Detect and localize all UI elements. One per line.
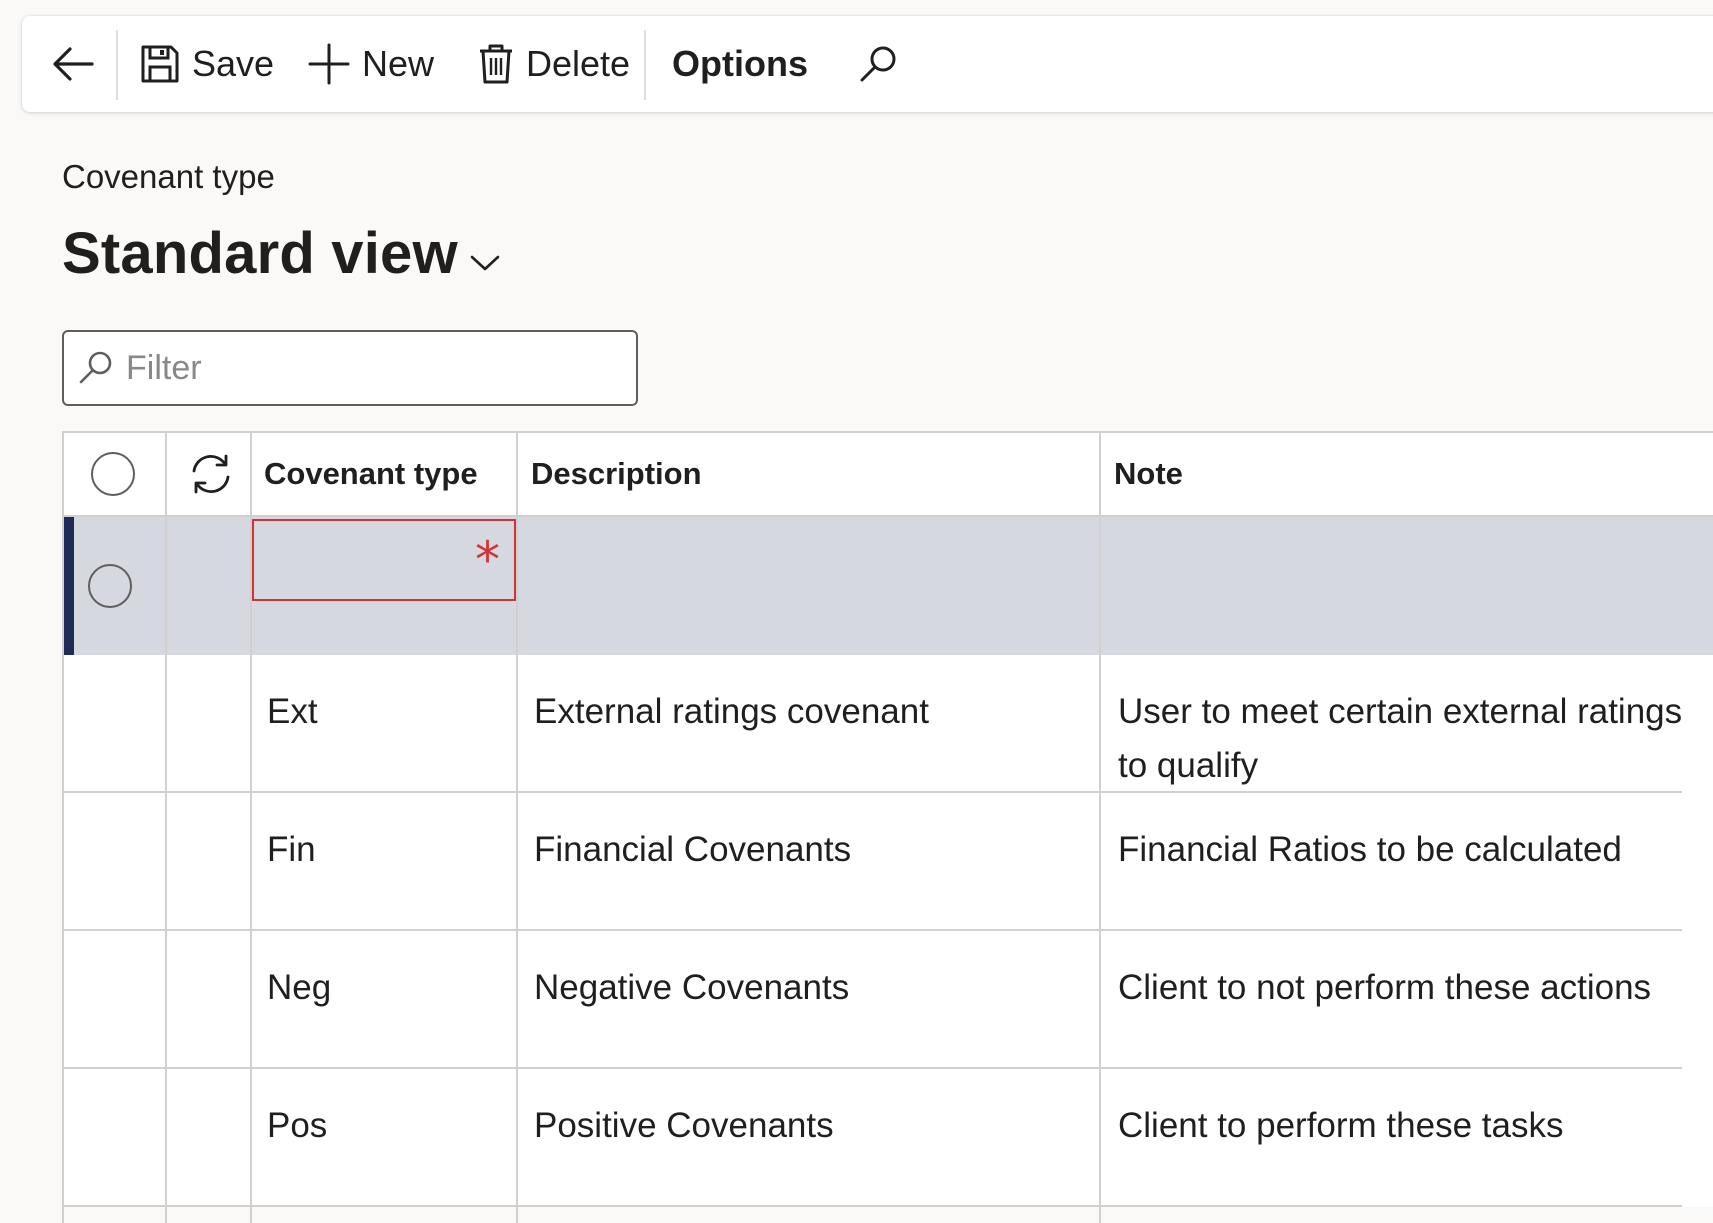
select-all-checkbox[interactable] xyxy=(91,433,135,515)
save-label: Save xyxy=(192,43,275,84)
refresh-button[interactable] xyxy=(188,433,234,515)
filter-search-icon xyxy=(78,350,114,386)
row-select-radio[interactable] xyxy=(88,564,132,608)
search-icon xyxy=(860,46,896,82)
options-tab[interactable]: Options xyxy=(672,16,808,112)
cell-note[interactable]: Client to not perform these actions xyxy=(1118,961,1688,1015)
cell-note[interactable]: Financial Ratios to be calculated xyxy=(1118,823,1688,877)
cell-note[interactable]: User to meet certain external ratings to… xyxy=(1118,685,1688,793)
back-arrow-icon xyxy=(53,47,94,81)
toolbar-divider xyxy=(644,30,646,100)
new-button[interactable]: New xyxy=(308,16,434,112)
refresh-icon xyxy=(192,454,230,494)
cell-note[interactable]: Client to perform these tasks xyxy=(1118,1099,1688,1153)
cell-description[interactable]: Negative Covenants xyxy=(534,961,1094,1015)
table-row[interactable]: Fin Financial Covenants Financial Ratios… xyxy=(62,793,1713,931)
column-header-note[interactable]: Note xyxy=(1114,433,1183,515)
cell-covenant-type[interactable]: Fin xyxy=(267,823,507,877)
cell-covenant-type[interactable]: Neg xyxy=(267,961,507,1015)
view-name: Standard view xyxy=(62,221,458,286)
view-selector[interactable]: Standard view xyxy=(62,220,500,287)
back-button[interactable] xyxy=(50,16,96,112)
cell-description[interactable]: Financial Covenants xyxy=(534,823,1094,877)
new-record-row[interactable]: * xyxy=(62,517,1713,655)
toolbar-divider xyxy=(116,30,118,100)
required-indicator: * xyxy=(475,531,500,589)
save-icon xyxy=(141,45,179,83)
save-button[interactable]: Save xyxy=(140,16,274,112)
filter-box[interactable] xyxy=(62,330,638,406)
table-row[interactable]: Neg Negative Covenants Client to not per… xyxy=(62,931,1713,1069)
cell-description[interactable]: Positive Covenants xyxy=(534,1099,1094,1153)
cell-covenant-type[interactable]: Ext xyxy=(267,685,507,739)
column-header-covenant-type[interactable]: Covenant type xyxy=(264,433,478,515)
page-caption: Covenant type xyxy=(62,158,275,195)
add-icon xyxy=(308,43,350,85)
select-all-radio[interactable] xyxy=(91,452,135,496)
delete-icon xyxy=(480,44,512,84)
covenant-type-field[interactable]: * xyxy=(252,519,516,601)
table-row[interactable]: Ext External ratings covenant User to me… xyxy=(62,655,1713,793)
action-pane: Save New Delete Options xyxy=(22,16,1713,112)
new-label: New xyxy=(362,43,435,84)
grid-header: Covenant type Description Note xyxy=(62,433,1713,515)
cell-covenant-type[interactable]: Pos xyxy=(267,1099,507,1153)
options-label: Options xyxy=(672,43,808,84)
chevron-down-icon xyxy=(470,255,500,270)
delete-button[interactable]: Delete xyxy=(478,16,630,112)
search-button[interactable] xyxy=(858,16,898,112)
cell-description[interactable]: External ratings covenant xyxy=(534,685,1094,739)
covenant-type-grid: Covenant type Description Note * Ext Ext… xyxy=(62,431,1713,1223)
filter-input[interactable] xyxy=(126,348,596,388)
table-row[interactable]: Pos Positive Covenants Client to perform… xyxy=(62,1069,1713,1207)
selected-row-indicator xyxy=(64,517,74,655)
delete-label: Delete xyxy=(526,43,631,84)
column-header-description[interactable]: Description xyxy=(531,433,702,515)
